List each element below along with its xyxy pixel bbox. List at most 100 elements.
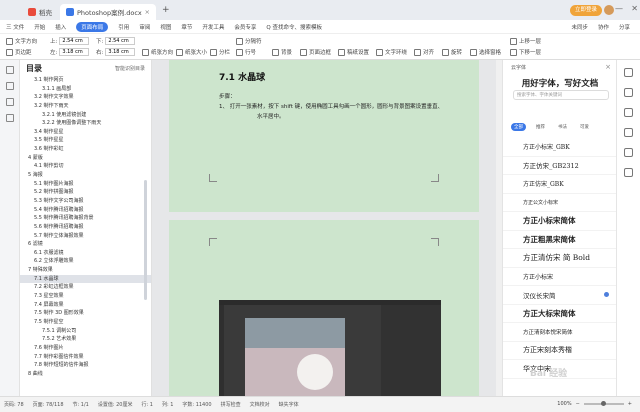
font-tab-all[interactable]: 全部 [511,123,526,131]
shape-icon[interactable] [624,128,633,137]
font-item[interactable]: 方正小标宋 [503,268,616,286]
toc-item[interactable]: 7.5 制作 3D 图形效果 [20,309,151,318]
font-item[interactable]: 方正小标宋简体 [503,212,616,231]
columns-button[interactable]: 分栏 [210,48,230,56]
toc-scrollbar[interactable] [144,180,147,300]
zoom-slider[interactable] [583,401,624,406]
toc-item[interactable]: 5.2 制作拼图海报 [20,188,151,197]
margin-bottom-input[interactable] [105,37,136,45]
margin-top-field[interactable]: 上: [50,37,90,45]
margin-right-field[interactable]: 右: [96,48,136,56]
status-pages[interactable]: 页面: 78/118 [33,401,64,408]
toc-item[interactable]: 3.5 制作星星 [20,136,151,145]
toc-item[interactable]: 4 蒙版 [20,154,151,163]
toc-item[interactable]: 3.2 制作文字效果 [20,93,151,102]
status-section[interactable]: 节: 1/1 [73,401,89,408]
manuscript-button[interactable]: 稿纸设置 [338,48,369,56]
font-item[interactable]: 方正公文小标宋 [503,194,616,212]
proofread-button[interactable]: 文档校对 [250,401,270,408]
close-tab-icon[interactable]: × [145,8,150,16]
pin-icon[interactable] [624,68,633,77]
toc-item[interactable]: 4.1 制作剪切 [20,162,151,171]
toc-item[interactable]: 3.1 制作网页 [20,76,151,85]
find-icon[interactable] [6,98,14,106]
toc-item[interactable]: 6 滤镜 [20,240,151,249]
toc-item[interactable]: 7.8 制作短短的信件海报 [20,361,151,370]
toc-item[interactable]: 3.1.1 画局部 [20,85,151,94]
close-icon[interactable]: × [605,63,611,71]
bring-forward-button[interactable]: 上移一层 [510,37,541,45]
font-item[interactable]: 方正大标宋简体 [503,305,616,323]
background-button[interactable]: 背景 [272,48,292,56]
collaborate-button[interactable]: 协作 [598,23,609,31]
toc-item[interactable]: 7 特殊效果 [20,266,151,275]
margin-left-input[interactable] [59,48,90,56]
select-icon[interactable] [624,108,633,117]
toc-item[interactable]: 7.4 屏幕效果 [20,301,151,310]
zoom-in-button[interactable]: + [628,401,632,407]
font-tab-recommend[interactable]: 推荐 [533,123,548,131]
toc-item[interactable]: 7.6 制作图片 [20,344,151,353]
status-column[interactable]: 列: 1 [162,401,173,408]
share-button[interactable]: 分享 [619,23,630,31]
new-tab-button[interactable]: + [158,5,174,15]
wrap-button[interactable]: 文字环绕 [376,48,407,56]
toc-item[interactable]: 3.6 制作彩虹 [20,145,151,154]
font-item[interactable]: 方正小标宋_GBK [503,138,616,157]
margin-left-field[interactable]: 左: [50,48,90,56]
selection-pane-button[interactable]: 选择窗格 [470,48,501,56]
status-page[interactable]: 页码: 78 [4,401,24,408]
toc-item[interactable]: 5 海报 [20,171,151,180]
paper-size-button[interactable]: 纸张大小 [176,48,207,56]
toc-item[interactable]: 5.3 制作文字公司海报 [20,197,151,206]
photoshop-screenshot-image[interactable] [219,300,441,396]
cloud-download-icon[interactable] [604,292,609,298]
font-item[interactable]: 方正清仿宋 简 Bold [503,249,616,268]
toc-item[interactable]: 7.2 彩虹边框效果 [20,283,151,292]
settings-icon[interactable] [6,114,14,122]
tab-docer[interactable]: 稻壳 [22,4,58,20]
margin-bottom-field[interactable]: 下: [96,37,136,45]
font-item[interactable]: 方正仿宋_GBK [503,175,616,194]
font-item[interactable]: 汉仪长宋简 [503,286,616,305]
login-button[interactable]: 立即登录 [569,5,602,16]
document-page[interactable]: 7.1 水晶球 步骤： 1、 打开一张素材，按下 shift 键，使用椭圆工具勾… [169,60,479,212]
orientation-button[interactable]: 纸张方向 [142,48,173,56]
line-number-button[interactable]: 行号 [236,48,256,56]
smart-toc-button[interactable]: 智能识别目录 [115,65,145,72]
toc-item[interactable]: 5.6 制作腾讯招聘海报 [20,223,151,232]
zoom-slider-knob[interactable] [600,401,606,406]
status-row[interactable]: 行: 1 [141,401,152,408]
font-search-input[interactable]: 搜索字体、字体关键词 [513,90,609,100]
font-item[interactable]: 方正清刻本悦宋简体 [503,323,616,342]
margins-button[interactable]: 页边距 [6,48,32,56]
font-tab-cute[interactable]: 可爱 [577,123,592,131]
toc-item[interactable]: 6.1 衣服滤镜 [20,249,151,258]
toc-item[interactable]: 3.2.2 使用图像调整下雨天 [20,119,151,128]
search-command[interactable]: Q 查找命令、搜索模板 [266,23,322,31]
tools-icon[interactable] [624,168,633,177]
menu-chapter[interactable]: 章节 [181,23,192,31]
document-page[interactable] [169,220,479,396]
toc-item[interactable]: 7.5.2 艺术效果 [20,335,151,344]
menu-home[interactable]: 开始 [34,23,45,31]
spell-check-button[interactable]: 拼写检查 [221,401,241,408]
minimize-icon[interactable]: — [615,4,623,13]
rotate-button[interactable]: 旋转 [442,48,462,56]
menu-member[interactable]: 会员专享 [234,23,256,31]
toc-item[interactable]: 3.4 制作星星 [20,128,151,137]
status-setting[interactable]: 设置值: 20厘米 [98,401,133,408]
toc-item[interactable]: 7.1 水晶球 [20,274,151,284]
toc-item[interactable]: 5.5 制作腾讯招聘海报背景 [20,214,151,223]
margin-right-input[interactable] [105,48,136,56]
font-tab-calligraphy[interactable]: 书法 [555,123,570,131]
menu-developer[interactable]: 开发工具 [202,23,224,31]
toc-item[interactable]: 3.2 制作下雨天 [20,102,151,111]
toc-item[interactable]: 8 曲线 [20,370,151,379]
font-icon[interactable] [624,148,633,157]
page-border-button[interactable]: 页面边框 [300,48,331,56]
margin-top-input[interactable] [59,37,90,45]
close-window-icon[interactable]: ✕ [631,4,638,13]
toc-item[interactable]: 7.7 制作彩图信件效果 [20,353,151,362]
status-word-count[interactable]: 字数: 11400 [182,401,211,408]
